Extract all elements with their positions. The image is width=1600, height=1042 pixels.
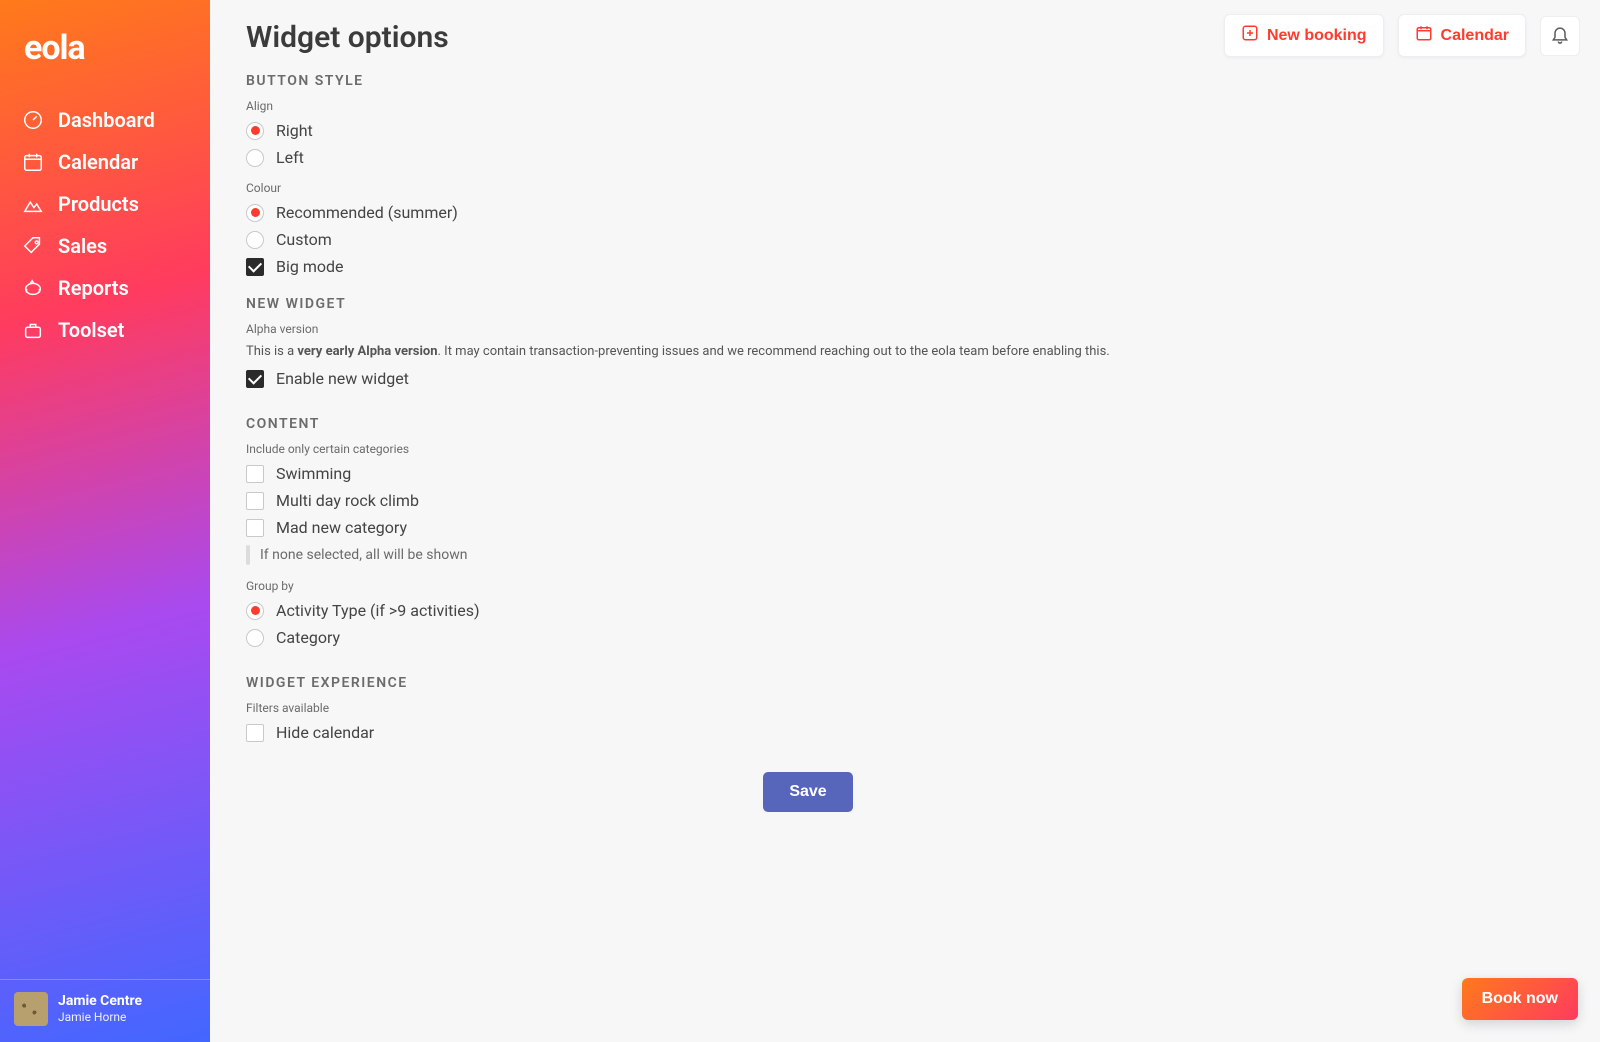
sidebar-nav: Dashboard Calendar Products Sales Report… xyxy=(0,108,210,342)
option-label: Hide calendar xyxy=(276,723,374,742)
calendar-button[interactable]: Calendar xyxy=(1398,14,1526,57)
calendar-button-label: Calendar xyxy=(1441,27,1509,45)
align-option-right[interactable]: Right xyxy=(246,117,1370,144)
option-label: Enable new widget xyxy=(276,369,409,388)
option-label: Category xyxy=(276,628,340,647)
piggy-icon xyxy=(22,277,44,299)
alpha-note-pre: This is a xyxy=(246,344,297,359)
section-content: CONTENT xyxy=(246,416,1370,432)
book-now-button[interactable]: Book now xyxy=(1462,978,1578,1020)
option-label: Recommended (summer) xyxy=(276,203,458,222)
gauge-icon xyxy=(22,109,44,131)
sidebar-item-label: Reports xyxy=(58,276,129,300)
page-title: Widget options xyxy=(246,20,1370,55)
profile-subtitle: Jamie Horne xyxy=(58,1010,142,1024)
alpha-note-bold: very early Alpha version xyxy=(297,344,437,359)
option-label: Custom xyxy=(276,230,332,249)
sidebar-item-calendar[interactable]: Calendar xyxy=(22,150,188,174)
content: Widget options BUTTON STYLE Align Right … xyxy=(210,0,1410,912)
sidebar-item-sales[interactable]: Sales xyxy=(22,234,188,258)
sidebar-item-products[interactable]: Products xyxy=(22,192,188,216)
alpha-note-post: . It may contain transaction-preventing … xyxy=(438,344,1110,359)
alpha-note: This is a very early Alpha version. It m… xyxy=(246,344,1370,359)
align-label: Align xyxy=(246,99,1370,113)
group-by-option-category[interactable]: Category xyxy=(246,624,1370,651)
section-widget-experience: WIDGET EXPERIENCE xyxy=(246,675,1370,691)
category-checkbox-mad-new-category[interactable]: Mad new category xyxy=(246,514,1370,541)
calendar-icon xyxy=(1415,24,1433,47)
sidebar-item-label: Calendar xyxy=(58,150,138,174)
main: New booking Calendar Widget options BUTT… xyxy=(210,0,1600,1042)
save-button[interactable]: Save xyxy=(763,772,852,812)
option-label: Multi day rock climb xyxy=(276,491,419,510)
checkbox-icon xyxy=(246,465,264,483)
hide-calendar-checkbox[interactable]: Hide calendar xyxy=(246,719,1370,746)
avatar xyxy=(14,992,48,1026)
include-categories-label: Include only certain categories xyxy=(246,442,1370,456)
align-option-left[interactable]: Left xyxy=(246,144,1370,171)
option-label: Mad new category xyxy=(276,518,407,537)
plus-square-icon xyxy=(1241,24,1259,47)
option-label: Right xyxy=(276,121,313,140)
calendar-icon xyxy=(22,151,44,173)
radio-icon xyxy=(246,122,264,140)
option-label: Left xyxy=(276,148,304,167)
filters-available-label: Filters available xyxy=(246,701,1370,715)
sidebar-item-label: Toolset xyxy=(58,318,124,342)
section-button-style: BUTTON STYLE xyxy=(246,73,1370,89)
enable-new-widget-checkbox[interactable]: Enable new widget xyxy=(246,365,1370,392)
sidebar-item-dashboard[interactable]: Dashboard xyxy=(22,108,188,132)
sidebar-item-reports[interactable]: Reports xyxy=(22,276,188,300)
option-label: Activity Type (if >9 activities) xyxy=(276,601,480,620)
category-checkbox-multi-day-rock-climb[interactable]: Multi day rock climb xyxy=(246,487,1370,514)
mountain-icon xyxy=(22,193,44,215)
sidebar-item-label: Dashboard xyxy=(58,108,155,132)
categories-hint: If none selected, all will be shown xyxy=(246,545,1370,565)
checkbox-icon xyxy=(246,258,264,276)
category-checkbox-swimming[interactable]: Swimming xyxy=(246,460,1370,487)
sidebar-item-label: Products xyxy=(58,192,139,216)
checkbox-icon xyxy=(246,492,264,510)
option-label: Big mode xyxy=(276,257,343,276)
brand-logo: eola xyxy=(0,0,210,108)
toolbox-icon xyxy=(22,319,44,341)
group-by-option-activity-type[interactable]: Activity Type (if >9 activities) xyxy=(246,597,1370,624)
radio-icon xyxy=(246,149,264,167)
radio-icon xyxy=(246,602,264,620)
topbar: New booking Calendar xyxy=(1224,14,1580,57)
alpha-version-label: Alpha version xyxy=(246,322,1370,336)
colour-option-custom[interactable]: Custom xyxy=(246,226,1370,253)
option-label: Swimming xyxy=(276,464,351,483)
radio-icon xyxy=(246,231,264,249)
new-booking-button[interactable]: New booking xyxy=(1224,14,1384,57)
sidebar-item-toolset[interactable]: Toolset xyxy=(22,318,188,342)
checkbox-icon xyxy=(246,370,264,388)
section-new-widget: NEW WIDGET xyxy=(246,296,1370,312)
profile-text: Jamie Centre Jamie Horne xyxy=(58,993,142,1024)
colour-label: Colour xyxy=(246,181,1370,195)
new-booking-label: New booking xyxy=(1267,27,1367,45)
radio-icon xyxy=(246,629,264,647)
sidebar: eola Dashboard Calendar Products Sales xyxy=(0,0,210,1042)
sidebar-profile[interactable]: Jamie Centre Jamie Horne xyxy=(0,979,210,1042)
bell-icon xyxy=(1550,24,1570,47)
checkbox-icon xyxy=(246,724,264,742)
sidebar-item-label: Sales xyxy=(58,234,107,258)
tag-icon xyxy=(22,235,44,257)
colour-option-recommended[interactable]: Recommended (summer) xyxy=(246,199,1370,226)
group-by-label: Group by xyxy=(246,579,1370,593)
radio-icon xyxy=(246,204,264,222)
big-mode-checkbox[interactable]: Big mode xyxy=(246,253,1370,280)
profile-name: Jamie Centre xyxy=(58,993,142,1010)
notifications-button[interactable] xyxy=(1540,16,1580,56)
checkbox-icon xyxy=(246,519,264,537)
